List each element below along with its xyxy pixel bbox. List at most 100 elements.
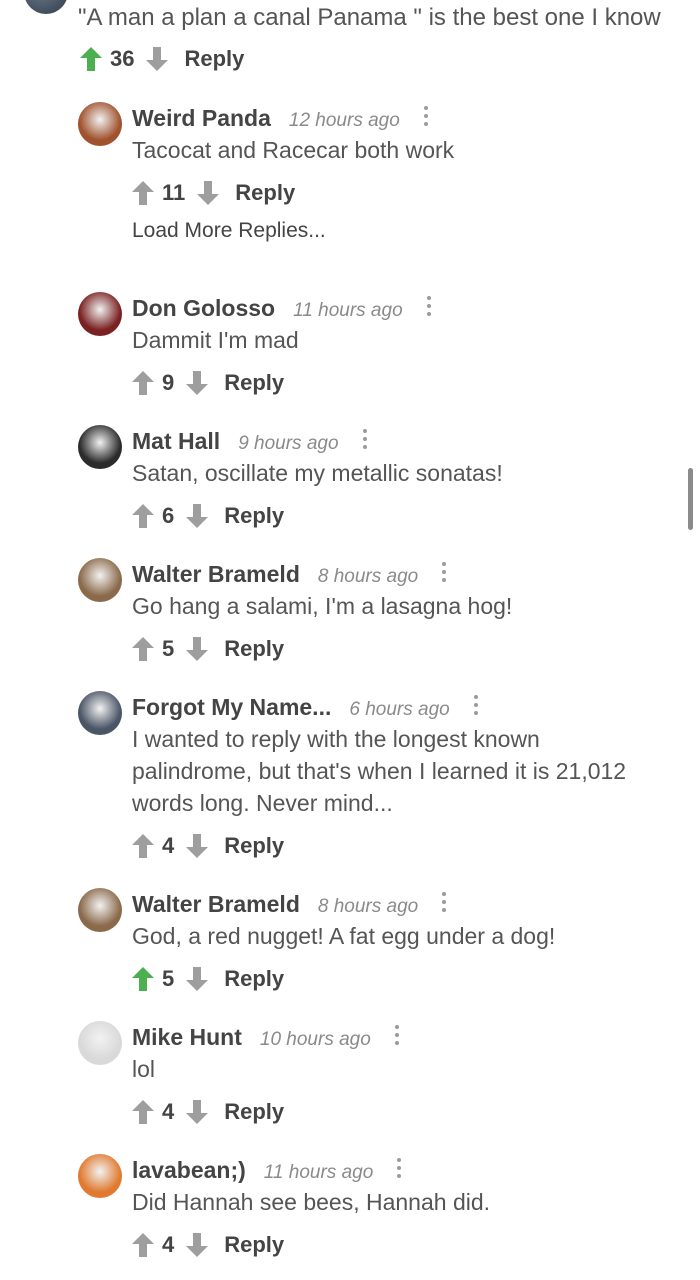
- comment: Forgot My Name... 6 hours ago I wanted to …: [78, 691, 688, 871]
- arrow-up-icon: [132, 1233, 154, 1257]
- comment-text-line: Dammit I'm mad: [132, 327, 299, 353]
- upvote-button[interactable]: [130, 635, 156, 663]
- arrow-up-icon: [80, 47, 102, 71]
- reply-button[interactable]: Reply: [224, 636, 284, 662]
- vote-row: 36 Reply: [78, 44, 244, 74]
- vote-row: 4 Reply: [130, 1097, 284, 1127]
- upvote-button[interactable]: [130, 1098, 156, 1126]
- comment: Weird Panda 12 hours ago Tacocat and Racec…: [78, 102, 688, 218]
- author-name[interactable]: lavabean;): [132, 1157, 246, 1184]
- load-more-replies-link[interactable]: Load More Replies...: [132, 219, 326, 243]
- vote-count: 5: [162, 636, 175, 661]
- vote-row: 11 Reply: [130, 178, 295, 208]
- author-name[interactable]: Mike Hunt: [132, 1024, 242, 1051]
- arrow-up-icon: [132, 181, 154, 205]
- reply-button[interactable]: Reply: [224, 1099, 284, 1125]
- vote-row: 5 Reply: [130, 964, 284, 994]
- vote-count: 5: [162, 966, 175, 991]
- author-name[interactable]: Don Golosso: [132, 295, 275, 322]
- upvote-button[interactable]: [130, 179, 156, 207]
- more-options-icon[interactable]: [395, 1158, 403, 1182]
- author-name[interactable]: Forgot My Name...: [132, 694, 331, 721]
- avatar[interactable]: [78, 425, 122, 469]
- arrow-down-icon: [186, 967, 209, 991]
- comment: Walter Brameld 8 hours ago God, a red nugg…: [78, 888, 688, 1004]
- more-options-icon[interactable]: [361, 429, 369, 453]
- more-options-icon[interactable]: [422, 106, 430, 130]
- downvote-button[interactable]: [144, 45, 170, 73]
- avatar[interactable]: [78, 292, 122, 336]
- arrow-down-icon: [186, 1233, 209, 1257]
- vote-count: 4: [162, 833, 175, 858]
- vote-count: 4: [162, 1099, 175, 1124]
- avatar[interactable]: [78, 1154, 122, 1198]
- downvote-button[interactable]: [184, 369, 210, 397]
- avatar[interactable]: [78, 691, 122, 735]
- more-options-icon[interactable]: [472, 695, 480, 719]
- downvote-button[interactable]: [184, 965, 210, 993]
- comment-text-line: Did Hannah see bees, Hannah did.: [132, 1189, 491, 1215]
- arrow-down-icon: [186, 371, 209, 395]
- reply-button[interactable]: Reply: [184, 46, 244, 72]
- arrow-down-icon: [146, 47, 169, 71]
- comment-text: I wanted to reply with the longest known…: [132, 723, 688, 819]
- comment-text: "A man a plan a canal Panama " is the be…: [78, 4, 661, 31]
- upvote-button[interactable]: [130, 369, 156, 397]
- avatar[interactable]: [24, 0, 68, 14]
- more-options-icon[interactable]: [393, 1025, 401, 1049]
- scrollbar[interactable]: [688, 468, 693, 530]
- avatar[interactable]: [78, 558, 122, 602]
- downvote-button[interactable]: [184, 635, 210, 663]
- comment-text-line: I wanted to reply with the longest known: [132, 726, 540, 752]
- upvote-button[interactable]: [130, 965, 156, 993]
- upvote-button[interactable]: [130, 832, 156, 860]
- author-name[interactable]: Walter Brameld: [132, 561, 300, 588]
- arrow-up-icon: [132, 504, 154, 528]
- comment: Walter Brameld 8 hours ago Go hang a salam…: [78, 558, 688, 674]
- comment-text: lol: [132, 1053, 688, 1085]
- comment-text-line: palindrome, but that's when I learned it…: [132, 758, 627, 784]
- reply-button[interactable]: Reply: [224, 833, 284, 859]
- timestamp: 10 hours ago: [259, 1029, 371, 1050]
- arrow-up-icon: [132, 637, 154, 661]
- timestamp: 8 hours ago: [317, 566, 419, 587]
- avatar[interactable]: [78, 888, 122, 932]
- downvote-button[interactable]: [195, 179, 221, 207]
- timestamp: 9 hours ago: [238, 433, 339, 454]
- comment-text-line: words long. Never mind...: [132, 790, 393, 816]
- avatar[interactable]: [78, 1021, 122, 1065]
- timestamp: 6 hours ago: [349, 699, 450, 720]
- reply-button[interactable]: Reply: [224, 370, 284, 396]
- reply-button[interactable]: Reply: [224, 503, 284, 529]
- downvote-button[interactable]: [184, 832, 210, 860]
- downvote-button[interactable]: [184, 1231, 210, 1259]
- reply-button[interactable]: Reply: [235, 180, 295, 206]
- more-options-icon[interactable]: [440, 892, 448, 916]
- vote-row: 5 Reply: [130, 634, 284, 664]
- author-name[interactable]: Mat Hall: [132, 428, 220, 455]
- comment: Mat Hall 9 hours ago Satan, oscillate my m…: [78, 425, 688, 541]
- downvote-button[interactable]: [184, 502, 210, 530]
- comment-text-line: Go hang a salami, I'm a lasagna hog!: [132, 593, 513, 619]
- avatar[interactable]: [78, 102, 122, 146]
- upvote-button[interactable]: [130, 502, 156, 530]
- comment-text: Tacocat and Racecar both work: [132, 134, 688, 166]
- more-options-icon[interactable]: [425, 296, 433, 320]
- comment-text-line: Tacocat and Racecar both work: [132, 137, 455, 163]
- comment-text: Dammit I'm mad: [132, 324, 688, 356]
- arrow-up-icon: [132, 1100, 154, 1124]
- upvote-button[interactable]: [130, 1231, 156, 1259]
- comment-text: Did Hannah see bees, Hannah did.: [132, 1186, 688, 1218]
- comment: Don Golosso 11 hours ago Dammit I'm mad 9 Re…: [78, 292, 688, 408]
- reply-button[interactable]: Reply: [224, 966, 284, 992]
- more-options-icon[interactable]: [440, 562, 448, 586]
- reply-button[interactable]: Reply: [224, 1232, 284, 1258]
- timestamp: 11 hours ago: [263, 1162, 374, 1183]
- upvote-button[interactable]: [78, 45, 104, 73]
- author-name[interactable]: Walter Brameld: [132, 891, 300, 918]
- vote-count: 11: [162, 180, 186, 205]
- author-name[interactable]: Weird Panda: [132, 105, 271, 132]
- comment: Mike Hunt 10 hours ago lol 4 Reply: [78, 1021, 688, 1137]
- arrow-down-icon: [186, 504, 209, 528]
- downvote-button[interactable]: [184, 1098, 210, 1126]
